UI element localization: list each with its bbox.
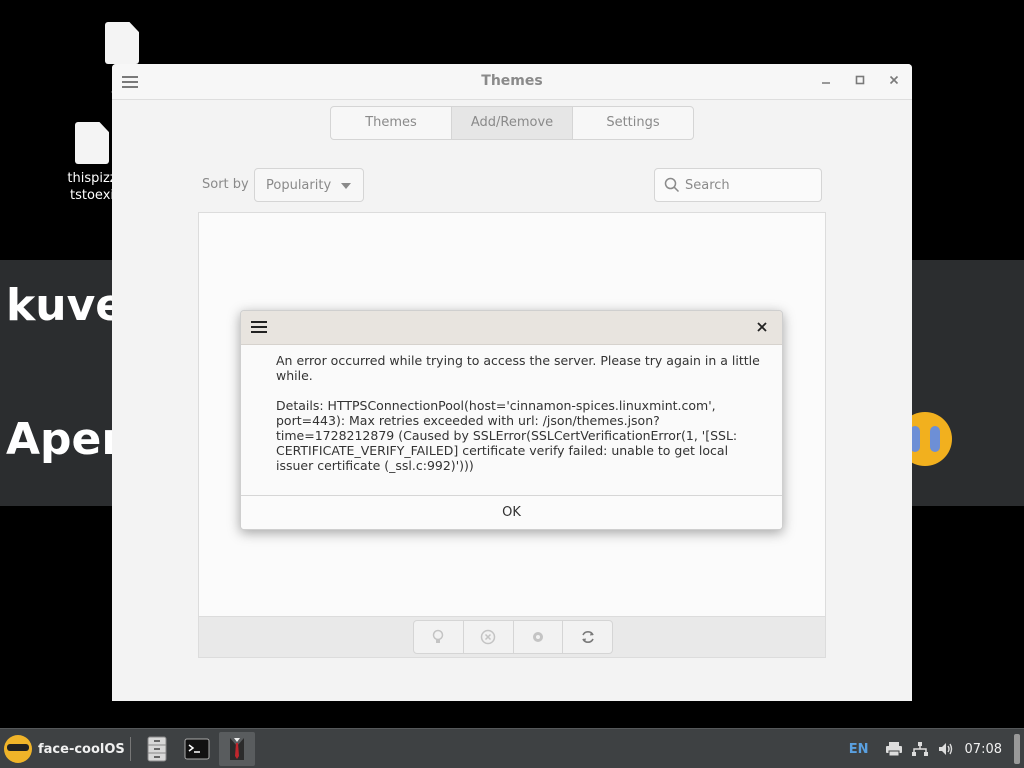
file-manager-launcher[interactable] xyxy=(139,732,175,766)
start-menu-label: face-coolOS xyxy=(38,741,125,757)
tab-themes[interactable]: Themes xyxy=(331,107,452,139)
view-tabs: Themes Add/Remove Settings xyxy=(330,106,694,140)
minimize-button[interactable] xyxy=(816,72,836,92)
banner-text-line2: Aper xyxy=(6,414,124,465)
close-icon xyxy=(889,75,899,85)
start-menu-button[interactable]: face-coolOS xyxy=(0,729,128,768)
keyboard-layout-indicator[interactable]: EN xyxy=(849,742,869,757)
dialog-body: An error occurred while trying to access… xyxy=(276,353,766,488)
banner-text-line1: kuve xyxy=(6,280,126,331)
volume-icon[interactable] xyxy=(937,740,955,758)
error-message: An error occurred while trying to access… xyxy=(276,353,760,383)
themes-task-button[interactable] xyxy=(219,732,255,766)
close-icon xyxy=(757,322,767,332)
remove-icon xyxy=(480,629,496,645)
menu-icon[interactable] xyxy=(251,321,267,333)
refresh-button[interactable] xyxy=(563,621,612,653)
window-title: Themes xyxy=(481,73,543,89)
chevron-down-icon xyxy=(341,183,351,189)
system-tray: EN 07:08 xyxy=(849,729,1024,768)
network-icon[interactable] xyxy=(911,740,929,758)
list-actions xyxy=(413,620,613,654)
dialog-titlebar[interactable] xyxy=(241,311,782,345)
list-toolbar xyxy=(198,616,826,658)
maximize-icon xyxy=(855,75,865,85)
file-cabinet-icon xyxy=(147,736,167,762)
error-details: Details: HTTPSConnectionPool(host='cinna… xyxy=(276,398,738,473)
suit-tie-icon xyxy=(230,738,244,760)
taskbar-separator xyxy=(130,737,131,761)
maximize-button[interactable] xyxy=(850,72,870,92)
search-field[interactable] xyxy=(654,168,822,202)
lightbulb-icon xyxy=(433,629,444,643)
cool-face-logo-icon xyxy=(4,735,32,763)
sort-dropdown-value: Popularity xyxy=(266,178,332,193)
configure-button[interactable] xyxy=(514,621,564,653)
window-titlebar[interactable]: Themes xyxy=(112,64,912,100)
error-dialog: An error occurred while trying to access… xyxy=(240,310,783,530)
tab-settings[interactable]: Settings xyxy=(573,107,693,139)
taskbar: face-coolOS EN 07:08 xyxy=(0,728,1024,768)
panel-edge-handle[interactable] xyxy=(1014,734,1020,764)
sort-by-label: Sort by xyxy=(202,177,249,192)
minimize-icon xyxy=(822,82,830,84)
info-button[interactable] xyxy=(414,621,464,653)
uninstall-button[interactable] xyxy=(464,621,514,653)
clock[interactable]: 07:08 xyxy=(965,742,1002,757)
refresh-icon xyxy=(581,631,594,643)
printer-icon[interactable] xyxy=(885,740,903,758)
sort-dropdown[interactable]: Popularity xyxy=(254,168,364,202)
file-icon xyxy=(105,22,139,64)
file-icon xyxy=(75,122,109,164)
terminal-launcher[interactable] xyxy=(179,732,215,766)
gear-icon xyxy=(532,632,543,642)
close-button[interactable] xyxy=(884,72,904,92)
terminal-icon xyxy=(184,738,210,760)
search-input[interactable] xyxy=(685,175,815,195)
tab-add-remove[interactable]: Add/Remove xyxy=(452,107,573,139)
ok-button[interactable]: OK xyxy=(241,495,782,529)
dialog-close-button[interactable] xyxy=(752,318,772,338)
search-icon xyxy=(664,177,680,193)
